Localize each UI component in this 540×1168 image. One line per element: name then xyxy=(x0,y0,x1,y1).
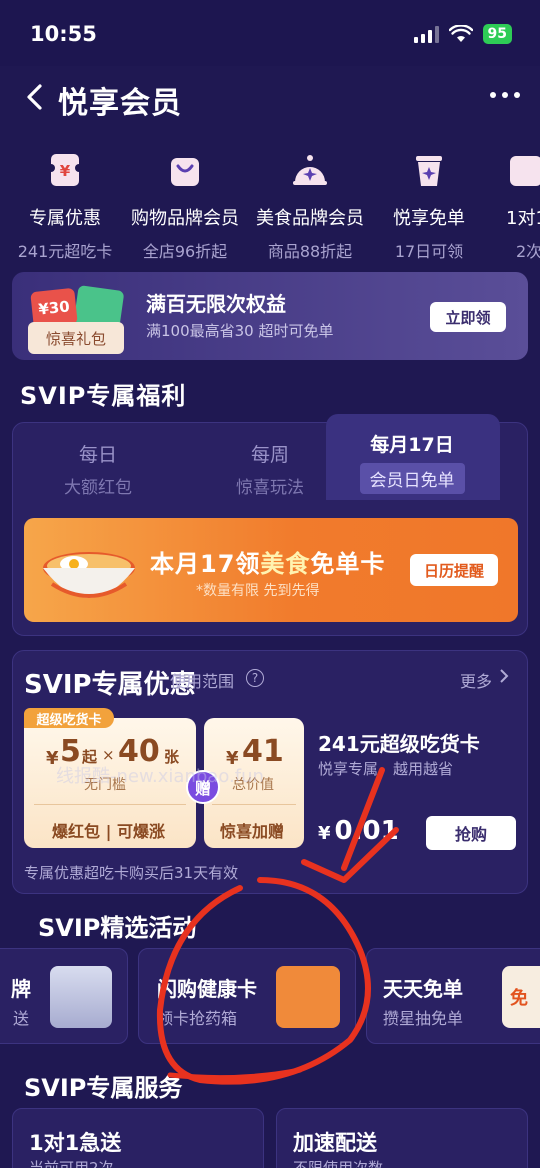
validity-note: 专属优惠超吃卡购买后31天有效 xyxy=(24,864,239,882)
medicine-box-icon xyxy=(276,966,340,1028)
noodle-bowl-icon xyxy=(43,552,135,598)
benefit-sub: 17日可领 xyxy=(394,242,464,261)
activity-title: 闪购健康卡 xyxy=(157,977,257,1001)
benefit-title: 专属优惠 xyxy=(29,208,101,229)
benefit-food-brand[interactable]: 美食品牌会员 商品88折起 xyxy=(245,150,375,262)
tab-monthly[interactable]: 每月17日 会员日免单 xyxy=(332,430,492,494)
tab-sub: 惊喜玩法 xyxy=(236,478,304,498)
tab-sub: 大额红包 xyxy=(64,478,132,498)
claim-now-button[interactable]: 立即领 xyxy=(430,302,506,332)
benefit-sub: 2次 xyxy=(516,242,540,261)
status-icons: 95 xyxy=(413,24,512,44)
service-title: 加速配送 xyxy=(293,1131,377,1155)
coupon-divider xyxy=(212,804,296,805)
activity-title: 天天免单 xyxy=(383,977,463,1001)
status-bar: 10:55 95 xyxy=(0,0,540,66)
benefit-title: 美食品牌会员 xyxy=(256,208,364,229)
watermark-text: 线报酷-new.xianbao.fun xyxy=(56,766,264,787)
benefit-free-order[interactable]: 悦享免单 17日可领 xyxy=(364,150,494,262)
benefit-title: 1对1 xyxy=(506,208,540,229)
service-sub: 当前可用2次 xyxy=(29,1159,114,1168)
help-icon[interactable]: ? xyxy=(246,669,264,687)
banner-subtitle: *数量有限 先到先得 xyxy=(196,583,320,599)
ticket-icon: ¥ xyxy=(51,154,79,186)
chevron-right-icon[interactable] xyxy=(498,668,510,684)
spokesperson-avatar xyxy=(50,966,112,1028)
dish-cloche-icon xyxy=(293,155,327,185)
price-value: 0.01 xyxy=(334,816,399,846)
back-arrow-icon[interactable] xyxy=(22,82,50,112)
tab-title: 每月17日 xyxy=(370,434,454,456)
benefit-sub: 241元超吃卡 xyxy=(17,242,113,261)
banner-title: 本月17领美食免单卡 xyxy=(150,544,385,579)
more-options-icon[interactable] xyxy=(490,92,520,98)
status-time: 10:55 xyxy=(30,22,97,46)
nav-bar: 悦享会员 xyxy=(0,66,540,130)
benefit-sub: 全店96折起 xyxy=(142,242,228,261)
tab-title: 每日 xyxy=(78,444,117,466)
benefit-exclusive-offer[interactable]: ¥ 专属优惠 241元超吃卡 xyxy=(0,150,130,262)
service-card-express[interactable]: 1对1急送 当前可用2次 xyxy=(12,1108,264,1168)
coupon-footer: 爆红包 | 可爆涨 xyxy=(52,822,165,841)
activity-sub: 送 xyxy=(13,1009,30,1028)
banner-title-part: 本月17领 xyxy=(150,550,261,578)
benefit-title: 购物品牌会员 xyxy=(131,208,239,229)
free-order-badge: 免 xyxy=(502,966,540,1028)
signal-icon xyxy=(413,25,439,43)
more-link[interactable]: 更多 xyxy=(460,668,492,692)
price-currency: ¥ xyxy=(318,823,331,844)
banner-title-part: 免单卡 xyxy=(310,550,386,578)
welfare-section-title: SVIP专属福利 xyxy=(20,382,187,410)
benefit-shopping-brand[interactable]: 购物品牌会员 全店96折起 xyxy=(120,150,250,262)
service-title: 1对1急送 xyxy=(29,1131,122,1155)
wifi-icon xyxy=(448,25,473,42)
benefit-express[interactable]: 1对1 2次 xyxy=(486,150,540,262)
drink-cup-icon xyxy=(416,156,442,186)
benefit-title: 悦享免单 xyxy=(393,208,465,229)
gift-title: 满百无限次权益 xyxy=(146,292,286,316)
calendar-reminder-button[interactable]: 日历提醒 xyxy=(410,554,498,586)
card-name: 241元超级吃货卡 xyxy=(318,732,480,756)
service-card-speedup[interactable]: 加速配送 不限使用次数 xyxy=(276,1108,528,1168)
super-foodie-tag: 超级吃货卡 xyxy=(24,708,114,728)
usage-scope-link[interactable]: 使用范围 xyxy=(170,668,234,692)
activity-title: 牌 xyxy=(11,977,31,1001)
activity-sub: 领卡抢药箱 xyxy=(157,1009,238,1028)
delivery-icon xyxy=(510,156,540,186)
banner-title-highlight: 美食 xyxy=(260,550,311,578)
gift-label: 惊喜礼包 xyxy=(28,322,124,354)
services-section-title: SVIP专属服务 xyxy=(24,1074,183,1102)
card-description: 悦享专属，越用越省 xyxy=(318,760,454,778)
page-title: 悦享会员 xyxy=(58,86,182,121)
shopping-bag-icon xyxy=(171,158,199,186)
coupon-divider xyxy=(34,804,186,805)
benefit-sub: 商品88折起 xyxy=(267,242,353,261)
tab-title: 每周 xyxy=(250,444,289,466)
tab-sub: 会员日免单 xyxy=(359,463,465,494)
battery-indicator: 95 xyxy=(482,24,512,44)
gift-subtitle: 满100最高省30 超时可免单 xyxy=(146,322,334,340)
buy-button[interactable]: 抢购 xyxy=(426,816,516,850)
tab-weekly[interactable]: 每周 惊喜玩法 xyxy=(190,440,350,498)
price: ¥0.01 xyxy=(318,816,399,846)
svg-text:¥: ¥ xyxy=(60,162,71,180)
coupon-footer: 惊喜加赠 xyxy=(220,822,285,841)
service-sub: 不限使用次数 xyxy=(293,1159,384,1168)
activities-section-title: SVIP精选活动 xyxy=(38,914,197,942)
activity-sub: 攒星抽免单 xyxy=(383,1009,464,1028)
tab-daily[interactable]: 每日 大额红包 xyxy=(18,440,178,498)
